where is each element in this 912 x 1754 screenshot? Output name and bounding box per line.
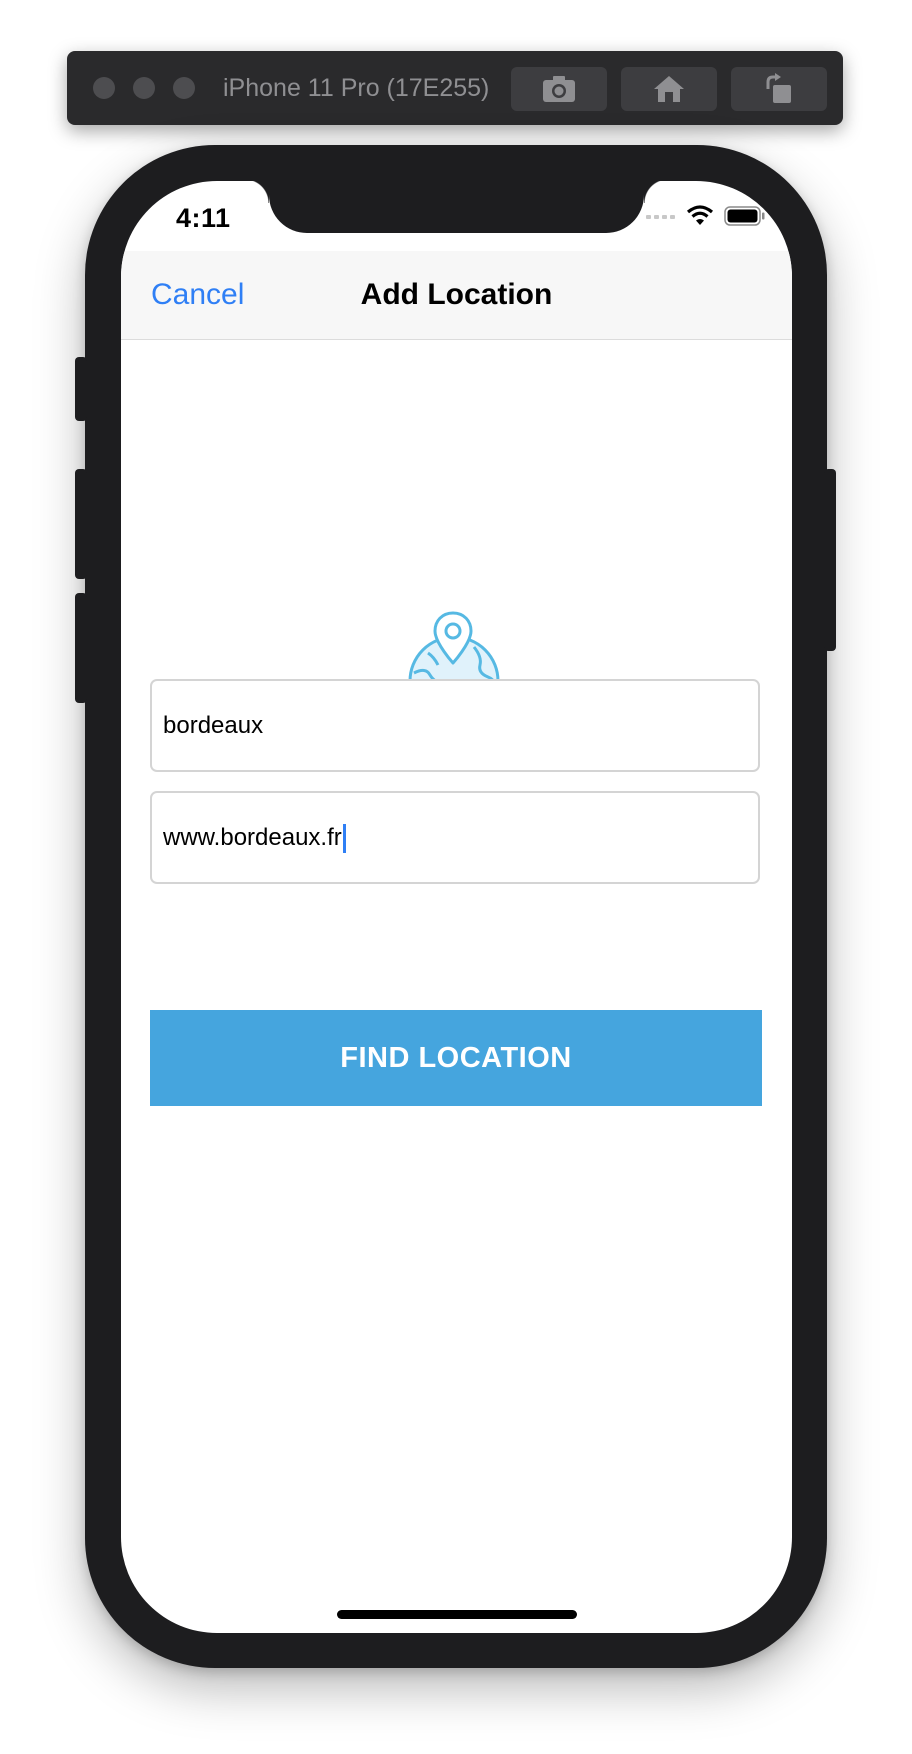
navigation-bar: Add Location Cancel	[121, 251, 792, 340]
home-icon	[654, 76, 684, 102]
text-cursor	[342, 824, 346, 854]
simulator-toolbar: iPhone 11 Pro (17E255)	[67, 51, 843, 125]
zoom-window-dot[interactable]	[173, 77, 195, 99]
location-input[interactable]	[163, 681, 747, 770]
volume-down-button	[75, 593, 87, 703]
volume-up-button	[75, 469, 87, 579]
cellular-icon	[646, 215, 675, 219]
screenshot-icon	[543, 76, 575, 102]
minimize-window-dot[interactable]	[133, 77, 155, 99]
screenshot-button[interactable]	[511, 67, 607, 111]
find-location-button[interactable]: FIND LOCATION	[150, 1010, 762, 1106]
cancel-button[interactable]: Cancel	[151, 251, 244, 339]
notch	[245, 181, 668, 233]
app-screen: 4:11 Add Location Cancel bordeaux www.bo…	[121, 181, 792, 1633]
wifi-icon	[686, 205, 714, 225]
close-window-dot[interactable]	[93, 77, 115, 99]
status-icons	[646, 205, 766, 227]
link-value: www.bordeaux.fr	[163, 824, 342, 851]
home-button[interactable]	[621, 67, 717, 111]
home-indicator[interactable]	[337, 1610, 577, 1619]
silent-switch	[75, 357, 87, 421]
power-button	[824, 469, 836, 651]
link-input[interactable]: www.bordeaux.fr	[163, 793, 346, 882]
status-time: 4:11	[176, 203, 231, 233]
rotate-icon	[766, 73, 791, 103]
battery-icon	[724, 206, 765, 226]
link-field[interactable]: www.bordeaux.fr	[150, 791, 760, 884]
location-field[interactable]	[150, 679, 760, 772]
simulator-title: iPhone 11 Pro (17E255)	[223, 74, 490, 102]
rotate-button[interactable]	[731, 67, 827, 111]
